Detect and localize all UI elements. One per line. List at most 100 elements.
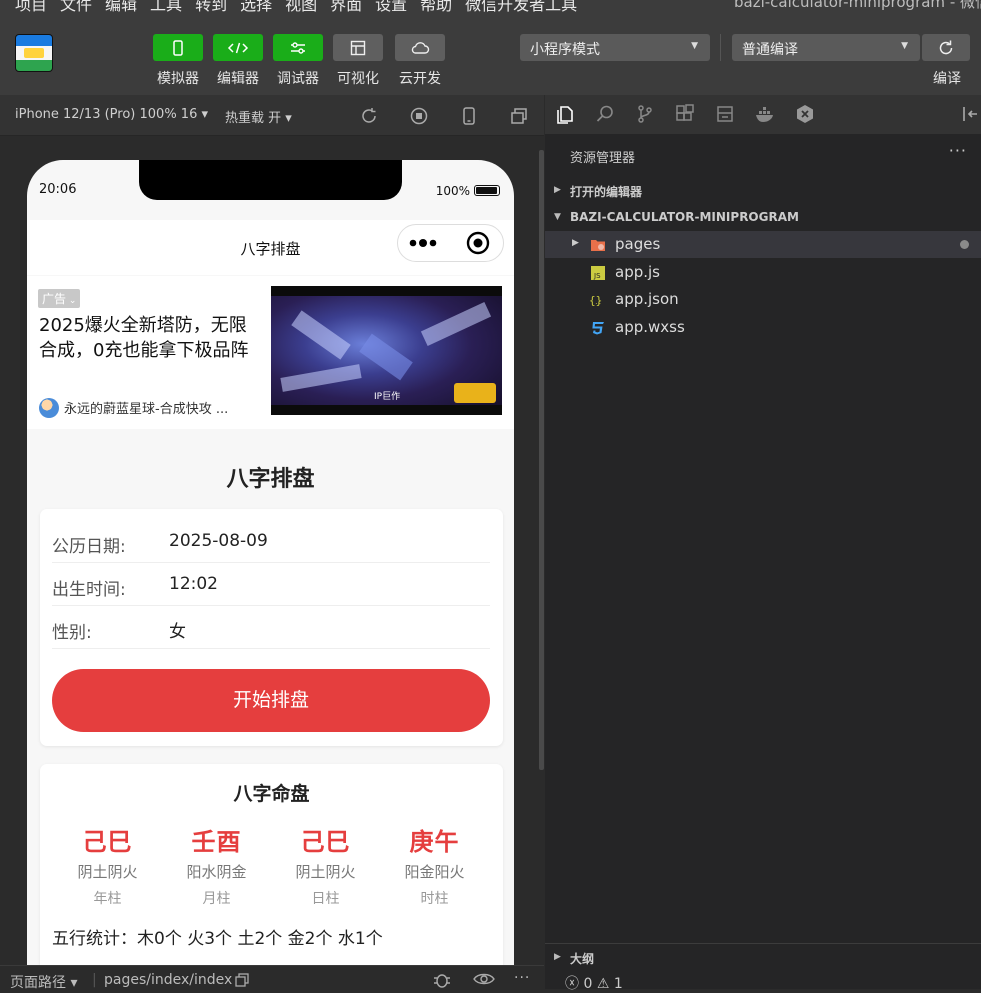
- ad-image-caption: IP巨作: [374, 392, 401, 402]
- ad-source[interactable]: 永远的蔚蓝星球-合成快攻 ...: [39, 398, 259, 418]
- outline-section[interactable]: ▶ 大纲: [545, 943, 981, 970]
- date-picker[interactable]: 2025-08-09: [169, 531, 268, 551]
- tree-item-pages[interactable]: ▶ pages: [545, 231, 981, 258]
- ad-banner[interactable]: 广告 ⌄ 2025爆火全新塔防，无限合成，0充也能拿下极品阵 永远的蔚蓝星球-合…: [27, 276, 514, 429]
- tree-item-appjs[interactable]: JS app.js: [545, 259, 981, 286]
- menu-file[interactable]: 文件: [60, 0, 92, 15]
- menu-view[interactable]: 视图: [285, 0, 317, 15]
- project-avatar[interactable]: [15, 34, 53, 72]
- modified-dot: [960, 240, 969, 249]
- simulator-status-bar: 页面路径 ▾ | pages/index/index ···: [0, 965, 544, 992]
- close-target-icon[interactable]: [466, 231, 490, 255]
- compile-select[interactable]: 普通编译 ▼: [732, 34, 920, 61]
- menu-wechat-devtools[interactable]: 微信开发者工具: [465, 0, 577, 15]
- status-battery: 100%: [436, 184, 500, 198]
- storage-icon[interactable]: [715, 104, 735, 124]
- explorer-panel: 资源管理器 ··· ▶ 打开的编辑器 ▼ BAZI-CALCULATOR-MIN…: [545, 95, 981, 992]
- pillar-wuxing: 阳金阳火: [404, 863, 465, 881]
- tree-item-appwxss[interactable]: app.wxss: [545, 314, 981, 341]
- more-dots-icon[interactable]: [408, 236, 442, 250]
- device-select[interactable]: iPhone 12/13 (Pro) 100% 16 ▾: [15, 107, 208, 122]
- ad-title[interactable]: 2025爆火全新塔防，无限合成，0充也能拿下极品阵: [39, 313, 264, 363]
- collapse-panel-icon[interactable]: [961, 104, 981, 124]
- activity-bar: [545, 95, 981, 134]
- pillar-ganzhi: 壬酉: [191, 828, 242, 856]
- time-picker[interactable]: 12:02: [169, 574, 218, 594]
- ad-image[interactable]: IP巨作: [271, 286, 502, 415]
- date-row[interactable]: 公历日期: 2025-08-09: [52, 520, 490, 563]
- game-logo: [454, 383, 496, 403]
- simulator-button[interactable]: [153, 34, 203, 61]
- wuxing-stats: 五行统计：木0个 火3个 土2个 金2个 水1个: [52, 929, 383, 949]
- ad-crystal: [291, 310, 351, 360]
- month-pillar: 壬酉 阳水阴金 月柱: [162, 822, 271, 908]
- debugger-button[interactable]: [273, 34, 323, 61]
- year-pillar: 己巳 阴土阴火 年柱: [53, 822, 162, 908]
- device-select-label: iPhone 12/13 (Pro) 100% 16: [15, 107, 198, 122]
- status-time: 20:06: [39, 182, 77, 197]
- eye-icon[interactable]: [473, 972, 495, 986]
- mini-nav-bar: 八字排盘: [27, 220, 514, 275]
- search-icon[interactable]: [595, 104, 615, 124]
- outline-label: 大纲: [570, 952, 595, 966]
- simulator-scrollbar[interactable]: [539, 150, 544, 770]
- menu-interface[interactable]: 界面: [330, 0, 362, 15]
- docker-icon[interactable]: [755, 104, 775, 124]
- project-section[interactable]: ▼ BAZI-CALCULATOR-MINIPROGRAM: [545, 204, 981, 231]
- more-icon[interactable]: ···: [514, 970, 530, 986]
- rotate-icon[interactable]: [359, 106, 379, 126]
- ad-crystal: [420, 301, 492, 347]
- cloud-dev-button[interactable]: [395, 34, 445, 61]
- editor-button[interactable]: [213, 34, 263, 61]
- error-icon: ⓧ: [565, 976, 579, 992]
- compile-button[interactable]: [922, 34, 970, 61]
- extensions-icon[interactable]: [675, 104, 695, 124]
- files-icon[interactable]: [555, 104, 575, 124]
- menu-edit[interactable]: 编辑: [105, 0, 137, 15]
- pillar-name: 年柱: [93, 891, 122, 907]
- chevron-down-icon: ▼: [554, 212, 561, 222]
- battery-percent: 100%: [435, 184, 470, 198]
- open-editors-section[interactable]: ▶ 打开的编辑器: [545, 177, 981, 204]
- gender-label: 性别:: [52, 623, 92, 643]
- hot-reload-toggle[interactable]: 热重载 开 ▾: [225, 107, 292, 126]
- tree-item-label: app.js: [615, 263, 660, 281]
- hot-reload-label: 热重载 开: [225, 111, 282, 126]
- ad-tag[interactable]: 广告 ⌄: [38, 289, 81, 308]
- gender-picker[interactable]: 女: [169, 617, 186, 642]
- start-calc-button[interactable]: 开始排盘: [52, 669, 490, 732]
- source-control-icon[interactable]: [635, 104, 655, 124]
- capsule-menu: [397, 224, 504, 262]
- window-title: bazi-calculator-miniprogram - 微信: [734, 0, 981, 11]
- menu-help[interactable]: 帮助: [420, 0, 452, 15]
- visual-button[interactable]: [333, 34, 383, 61]
- cube-plugin-icon[interactable]: [795, 104, 815, 124]
- json-file-icon: {}..: [590, 294, 602, 307]
- cloud-dev-label: 云开发: [399, 71, 441, 87]
- menu-settings[interactable]: 设置: [375, 0, 407, 15]
- ad-avatar: [39, 398, 59, 418]
- phone-icon[interactable]: [459, 106, 479, 126]
- explorer-title: 资源管理器: [570, 151, 636, 166]
- tree-item-appjson[interactable]: {}.. app.json: [545, 286, 981, 313]
- toolbar-divider: [720, 34, 721, 61]
- menu-goto[interactable]: 转到: [195, 0, 227, 15]
- menu-tools[interactable]: 工具: [150, 0, 182, 15]
- mode-select[interactable]: 小程序模式 ▼: [520, 34, 710, 61]
- menu-select[interactable]: 选择: [240, 0, 272, 15]
- time-row[interactable]: 出生时间: 12:02: [52, 563, 490, 606]
- chevron-right-icon: ▶: [572, 238, 579, 248]
- gender-row[interactable]: 性别: 女: [52, 606, 490, 649]
- bug-icon[interactable]: [432, 972, 452, 988]
- detach-window-icon[interactable]: [509, 106, 529, 126]
- problems-status[interactable]: ⓧ 0 ⚠ 1: [565, 973, 623, 993]
- menu-project[interactable]: 项目: [15, 0, 47, 15]
- page-path-toggle[interactable]: 页面路径 ▾: [10, 972, 77, 992]
- more-actions-icon[interactable]: ···: [949, 141, 967, 160]
- folder-icon: [591, 240, 605, 251]
- pillar-ganzhi: 己巳: [300, 828, 351, 856]
- copy-icon[interactable]: [235, 973, 249, 987]
- pillar-name: 月柱: [202, 891, 231, 907]
- svg-text:..: ..: [595, 299, 602, 306]
- stop-icon[interactable]: [409, 106, 429, 126]
